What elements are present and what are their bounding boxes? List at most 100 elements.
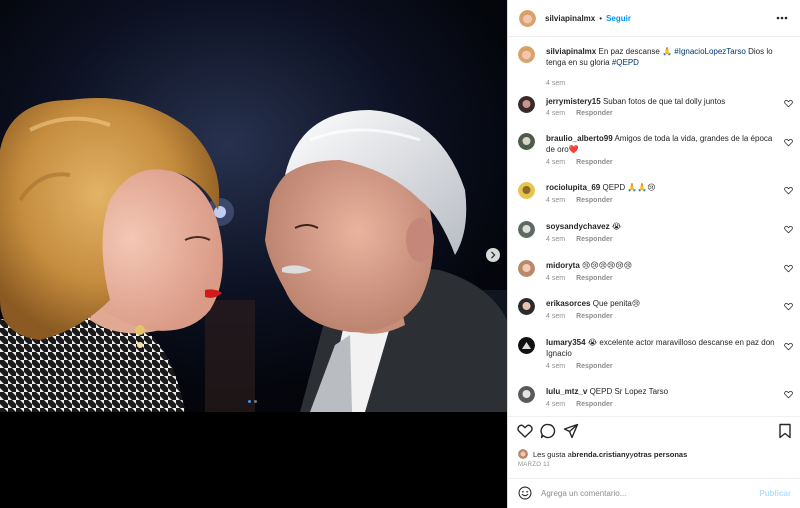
comment-body: QEPD 🙏🙏😢	[602, 183, 656, 192]
comment-item: braulio_alberto99 Amigos de toda la vida…	[518, 133, 793, 169]
likes-prefix: Les gusta a	[533, 449, 572, 459]
heart-icon[interactable]	[784, 302, 793, 311]
hashtag-link[interactable]: #IgnacioLopezTarso	[674, 47, 746, 56]
reply-button[interactable]: Responder	[576, 401, 613, 408]
timestamp[interactable]: 4 sem	[546, 236, 565, 243]
comment-body: QEPD Sr Lopez Tarso	[589, 387, 669, 396]
heart-icon[interactable]	[784, 390, 793, 399]
avatar[interactable]	[518, 221, 535, 238]
reply-button[interactable]: Responder	[576, 236, 613, 243]
reply-button[interactable]: Responder	[576, 275, 613, 282]
comment-username[interactable]: lumary354	[546, 338, 586, 347]
avatar[interactable]	[518, 337, 535, 354]
heart-icon[interactable]	[784, 99, 793, 108]
add-comment-bar: Publicar	[508, 478, 800, 508]
avatar[interactable]	[518, 46, 535, 63]
post-actions	[517, 423, 793, 439]
post-photo[interactable]	[0, 0, 507, 412]
more-options-icon[interactable]	[775, 12, 789, 24]
comment-item: lulu_mtz_v QEPD Sr Lopez Tarso 4 sem Res…	[518, 386, 793, 416]
timestamp[interactable]: 4 sem	[546, 80, 565, 87]
avatar[interactable]	[518, 449, 528, 459]
comment-meta: 4 sem Responder	[546, 275, 613, 282]
timestamp[interactable]: 4 sem	[546, 159, 565, 166]
heart-icon[interactable]	[784, 264, 793, 273]
reply-button[interactable]: Responder	[576, 110, 613, 117]
share-icon[interactable]	[563, 423, 579, 439]
avatar[interactable]	[518, 298, 535, 315]
comment-input[interactable]	[541, 486, 741, 501]
heart-icon[interactable]	[784, 225, 793, 234]
likes-others[interactable]: otras personas	[633, 450, 687, 459]
separator-dot: •	[599, 13, 603, 23]
comment-username[interactable]: lulu_mtz_v	[546, 387, 587, 396]
comment-body: Que penita😢	[592, 299, 641, 308]
post-date[interactable]: MARZO 11	[518, 462, 550, 468]
comment-username[interactable]: jerrymistery15	[546, 97, 601, 106]
comment-meta: 4 sem Responder	[546, 197, 613, 204]
reply-button[interactable]: Responder	[576, 197, 613, 204]
comment-text: soysandychavez 😭	[546, 221, 776, 232]
likes-user[interactable]: brenda.cristiany	[572, 450, 630, 459]
comment-username[interactable]: erikasorces	[546, 299, 590, 308]
comment-body: 😢😢😢😢😢😢	[582, 261, 633, 270]
timestamp[interactable]: 4 sem	[546, 363, 565, 370]
publish-button[interactable]: Publicar	[759, 489, 791, 498]
avatar[interactable]	[518, 96, 535, 113]
photo-letterbox	[0, 412, 507, 508]
reply-button[interactable]: Responder	[576, 313, 613, 320]
heart-icon[interactable]	[784, 186, 793, 195]
carousel-dot	[254, 400, 257, 403]
timestamp[interactable]: 4 sem	[546, 401, 565, 408]
hashtag-link[interactable]: #QEPD	[612, 58, 639, 67]
comment-meta: 4 sem Responder	[546, 236, 613, 243]
carousel-dots	[248, 400, 257, 403]
divider	[508, 416, 800, 417]
likes-summary: Les gusta a brenda.cristiany y otras per…	[518, 449, 687, 459]
avatar[interactable]	[518, 133, 535, 150]
comment-item: jerrymistery15 Suban fotos de que tal do…	[518, 96, 793, 126]
timestamp[interactable]: 4 sem	[546, 110, 565, 117]
timestamp[interactable]: 4 sem	[546, 275, 565, 282]
comment-item: erikasorces Que penita😢 4 sem Responder	[518, 298, 793, 328]
caption-text-before: En paz descanse 🙏	[598, 47, 675, 56]
timestamp[interactable]: 4 sem	[546, 313, 565, 320]
timestamp[interactable]: 4 sem	[546, 197, 565, 204]
heart-icon[interactable]	[784, 138, 793, 147]
avatar[interactable]	[518, 260, 535, 277]
reply-button[interactable]: Responder	[576, 363, 613, 370]
comment-item: midoryta 😢😢😢😢😢😢 4 sem Responder	[518, 260, 793, 290]
follow-button[interactable]: Seguir	[606, 14, 631, 23]
heart-icon[interactable]	[517, 423, 533, 439]
heart-icon[interactable]	[784, 342, 793, 351]
post-caption: silviapinalmx En paz descanse 🙏 #Ignacio…	[518, 46, 793, 87]
comment-text: erikasorces Que penita😢	[546, 298, 776, 309]
reply-button[interactable]: Responder	[576, 159, 613, 166]
caption-username[interactable]: silviapinalmx	[546, 47, 596, 56]
post-side-panel: silviapinalmx • Seguir silviapinalmx En …	[507, 0, 800, 508]
comment-username[interactable]: midoryta	[546, 261, 580, 270]
comments-list[interactable]: silviapinalmx En paz descanse 🙏 #Ignacio…	[508, 37, 800, 417]
avatar[interactable]	[518, 182, 535, 199]
comment-text: midoryta 😢😢😢😢😢😢	[546, 260, 776, 271]
comment-icon[interactable]	[540, 423, 556, 439]
carousel-dot-active	[248, 400, 251, 403]
bookmark-icon[interactable]	[777, 423, 793, 439]
caption-text: silviapinalmx En paz descanse 🙏 #Ignacio…	[546, 46, 776, 68]
post-username[interactable]: silviapinalmx	[545, 14, 595, 23]
avatar[interactable]	[518, 386, 535, 403]
comment-item: rociolupita_69 QEPD 🙏🙏😢 4 sem Responder	[518, 182, 793, 212]
comment-username[interactable]: soysandychavez	[546, 222, 610, 231]
comment-username[interactable]: rociolupita_69	[546, 183, 600, 192]
next-slide-button[interactable]	[486, 248, 500, 262]
avatar[interactable]	[519, 9, 536, 27]
comment-username[interactable]: braulio_alberto99	[546, 134, 613, 143]
comment-item: soysandychavez 😭 4 sem Responder	[518, 221, 793, 251]
comment-meta: 4 sem Responder	[546, 313, 613, 320]
comment-text: rociolupita_69 QEPD 🙏🙏😢	[546, 182, 776, 193]
post-viewer: silviapinalmx • Seguir silviapinalmx En …	[0, 0, 800, 508]
post-header: silviapinalmx • Seguir	[508, 0, 800, 37]
chevron-right-icon	[491, 251, 496, 259]
comment-item: lumary354 😭 excelente actor maravilloso …	[518, 337, 793, 373]
smile-icon[interactable]	[518, 486, 532, 500]
